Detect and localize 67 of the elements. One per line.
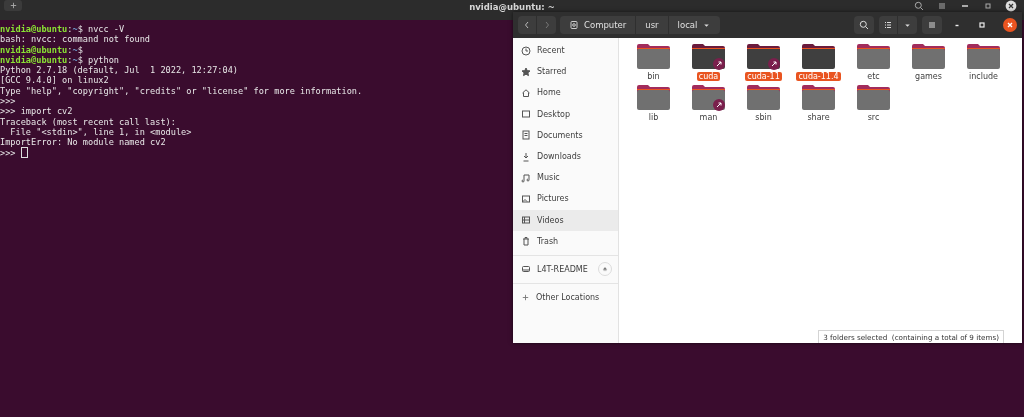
prompt-line: nvidia@ubuntu:~$ nvcc -V bbox=[0, 24, 125, 35]
input-line: >>> bbox=[0, 147, 16, 158]
file-name[interactable]: cuda-11.4 bbox=[796, 72, 841, 81]
sidebar-item[interactable]: Recent bbox=[513, 40, 618, 62]
list-icon bbox=[883, 20, 893, 30]
close-icon bbox=[1005, 20, 1015, 30]
file-name[interactable]: man bbox=[697, 113, 720, 122]
window-title: nvidia@ubuntu: ~ bbox=[469, 2, 555, 12]
maximize-icon bbox=[977, 20, 987, 30]
plus-icon bbox=[8, 1, 18, 10]
download-icon bbox=[521, 151, 531, 162]
sidebar-item[interactable]: Trash bbox=[513, 230, 618, 252]
sidebar-item[interactable]: Downloads bbox=[513, 145, 618, 168]
trash-icon bbox=[521, 236, 531, 247]
output-line: ImportError: No module named cv2 bbox=[0, 137, 166, 148]
file-name[interactable]: cuda bbox=[696, 72, 721, 81]
search-icon bbox=[914, 0, 924, 11]
prompt-line: nvidia@ubuntu:~$ bbox=[0, 44, 83, 55]
output-line: >>> import cv2 bbox=[0, 106, 73, 117]
path-button[interactable]: usr bbox=[636, 16, 669, 34]
sidebar-item[interactable]: Documents bbox=[513, 124, 618, 146]
sidebar-item[interactable]: Other Locations bbox=[513, 287, 618, 309]
clock-icon bbox=[521, 45, 531, 56]
path-button[interactable]: Computer bbox=[560, 16, 637, 34]
output-line: File "<stdin>", line 1, in <module> bbox=[9, 126, 192, 138]
output-line: bash: nvcc: command not found bbox=[0, 34, 151, 45]
path-button[interactable]: local bbox=[668, 16, 721, 34]
new-tab-button[interactable] bbox=[4, 0, 22, 11]
output-line: >>> bbox=[0, 96, 16, 107]
output-line: Python 2.7.18 (default, Jul 1 2022, 12:27:04) bbox=[0, 65, 238, 76]
home-icon bbox=[521, 87, 531, 98]
star-icon bbox=[521, 66, 531, 77]
file-name[interactable]: cuda-11 bbox=[745, 72, 782, 81]
file-name[interactable]: include bbox=[967, 72, 1000, 81]
plus-icon bbox=[521, 293, 530, 303]
search-icon bbox=[859, 20, 869, 30]
drive-icon bbox=[521, 264, 531, 275]
desktop-icon bbox=[521, 109, 531, 120]
output-line: [GCC 9.4.0] on linux2 bbox=[0, 75, 109, 86]
file-name[interactable]: share bbox=[805, 113, 832, 122]
file-name[interactable]: games bbox=[913, 72, 944, 81]
file-name[interactable]: sbin bbox=[753, 113, 774, 122]
file-name[interactable]: lib bbox=[646, 113, 661, 122]
text-cursor bbox=[20, 147, 28, 159]
eject-icon bbox=[601, 265, 609, 274]
file-name[interactable]: bin bbox=[645, 72, 662, 81]
output-line: Traceback (most recent call last): bbox=[0, 116, 176, 127]
drive-icon bbox=[569, 20, 579, 30]
search-button[interactable] bbox=[854, 16, 874, 34]
sidebar-item[interactable]: Desktop bbox=[513, 103, 618, 125]
film-icon bbox=[521, 215, 531, 226]
minimize-icon bbox=[962, 4, 968, 7]
sidebar-item[interactable]: L4T-README bbox=[537, 264, 588, 274]
image-icon bbox=[521, 193, 531, 204]
output-line: Type "help", "copyright", "credits" or "license" for more information. bbox=[0, 85, 363, 97]
sidebar-item[interactable]: Starred bbox=[513, 61, 618, 83]
sidebar-item[interactable]: Pictures bbox=[513, 188, 618, 210]
music-note-icon bbox=[521, 172, 531, 183]
file-name[interactable]: src bbox=[865, 113, 882, 122]
prompt-line: nvidia@ubuntu:~$ python bbox=[0, 54, 120, 66]
sidebar-item[interactable]: Home bbox=[513, 82, 618, 104]
maximize-icon bbox=[983, 0, 993, 11]
file-name[interactable]: etc bbox=[865, 72, 882, 81]
sidebar-item[interactable]: Videos bbox=[513, 209, 618, 231]
close-button[interactable] bbox=[1003, 18, 1017, 32]
sidebar-item[interactable]: Music bbox=[513, 167, 618, 189]
document-icon bbox=[521, 130, 531, 141]
